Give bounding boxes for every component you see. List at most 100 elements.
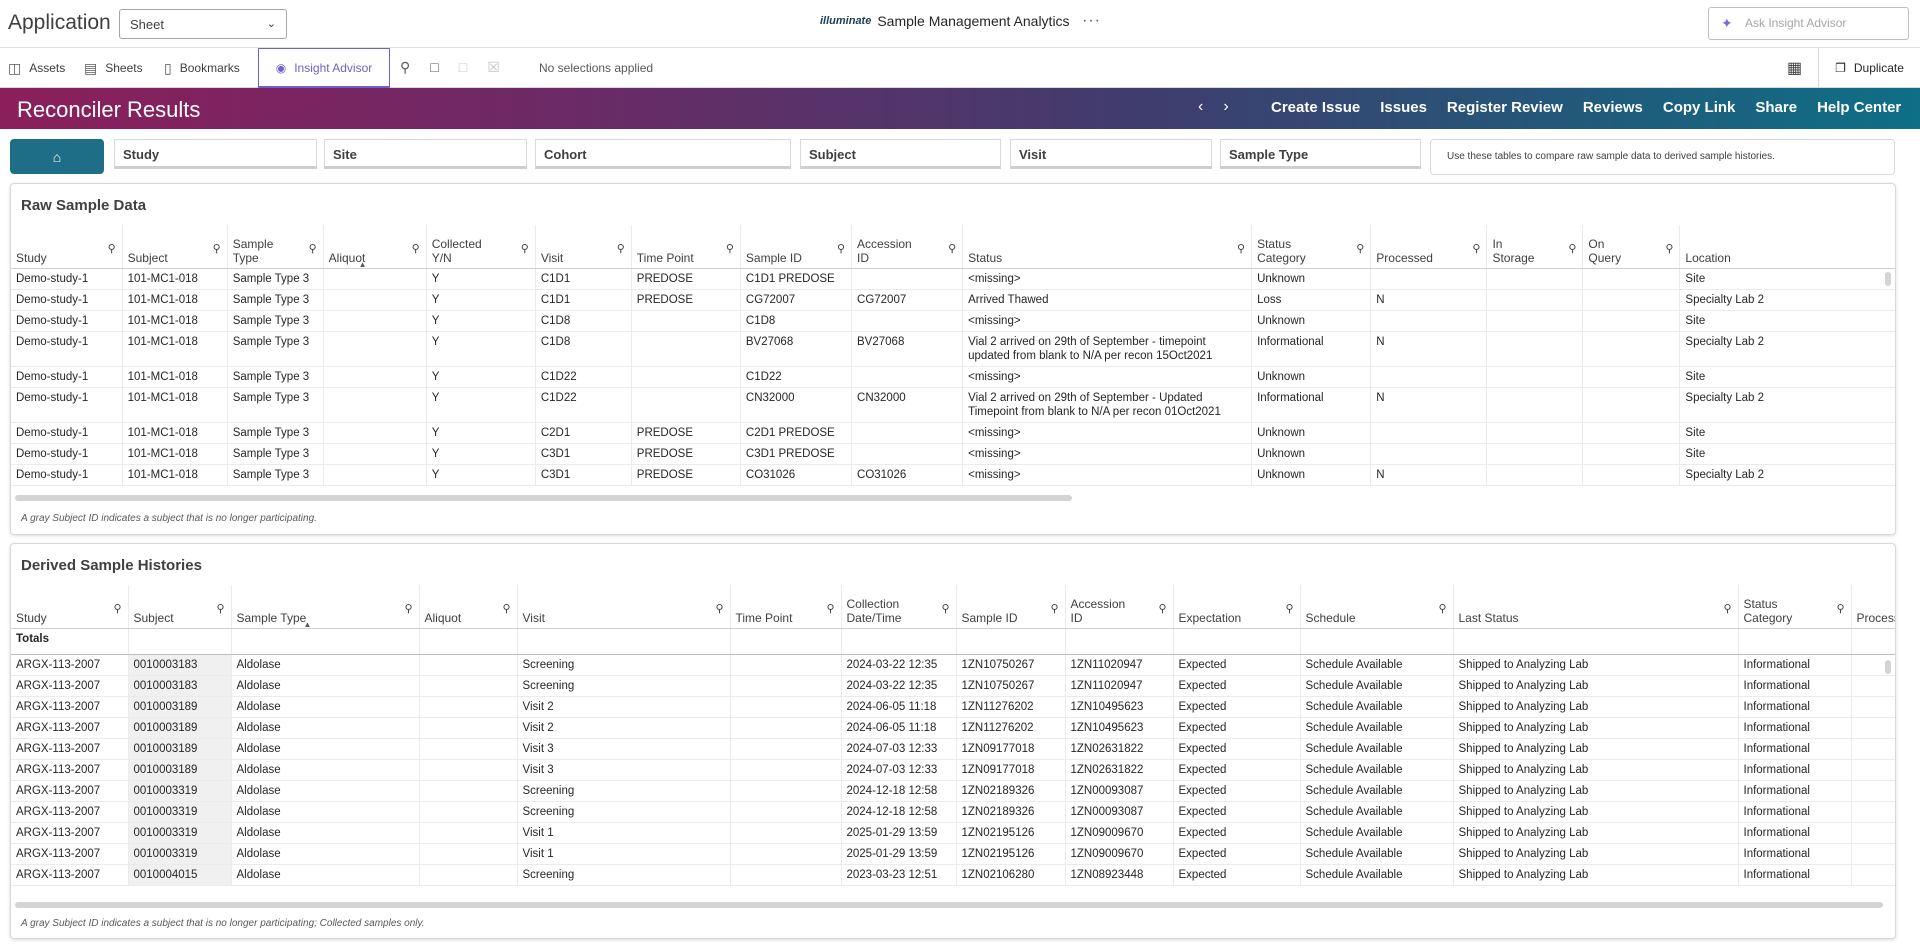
table-cell[interactable]: [1851, 696, 1895, 718]
table-cell[interactable]: Sample Type 3: [227, 366, 324, 388]
table-cell[interactable]: PREDOSE: [631, 268, 741, 290]
table-cell[interactable]: Visit 1: [517, 822, 731, 844]
table-cell[interactable]: [419, 864, 518, 886]
table-cell[interactable]: Shipped to Analyzing Lab: [1453, 654, 1739, 676]
table-cell[interactable]: Y: [426, 387, 536, 423]
register-review-link[interactable]: Register Review: [1447, 99, 1563, 116]
column-header[interactable]: Study ⚲: [11, 225, 123, 269]
table-cell[interactable]: <missing>: [962, 443, 1253, 465]
table-cell[interactable]: ARGX-113-2007: [11, 654, 129, 676]
table-cell[interactable]: Sample Type 3: [227, 464, 324, 486]
search-icon[interactable]: ⚲: [1285, 602, 1293, 616]
table-cell[interactable]: CO31026: [851, 464, 964, 486]
table-row[interactable]: ARGX-113-2007 0010004015 Aldolase Screening…: [11, 864, 1895, 886]
table-cell[interactable]: Sample Type 3: [227, 387, 324, 423]
table-cell[interactable]: Expected: [1173, 822, 1301, 844]
table-cell[interactable]: Schedule Available: [1300, 780, 1454, 802]
filter-site[interactable]: Site: [324, 139, 527, 169]
table-cell[interactable]: [1851, 738, 1895, 760]
table-cell[interactable]: Vial 2 arrived on 29th of September - Up…: [962, 387, 1253, 423]
search-icon[interactable]: ⚲: [1356, 242, 1364, 256]
table-cell[interactable]: Aldolase: [231, 801, 420, 823]
search-icon[interactable]: ⚲: [113, 602, 121, 616]
table-cell[interactable]: Informational: [1738, 822, 1852, 844]
table-row[interactable]: Demo-study-1 101-MC1-018 Sample Type 3 Y C1D…: [11, 268, 1895, 290]
table-row[interactable]: ARGX-113-2007 0010003319 Aldolase Screening…: [11, 801, 1895, 823]
table-cell[interactable]: ARGX-113-2007: [11, 738, 129, 760]
table-cell[interactable]: 2024-03-22 12:35: [841, 654, 957, 676]
table-cell[interactable]: PREDOSE: [631, 443, 741, 465]
table-cell[interactable]: 2024-12-18 12:58: [841, 801, 957, 823]
table-cell[interactable]: [851, 268, 964, 290]
table-cell[interactable]: [1582, 310, 1681, 332]
table-cell[interactable]: Informational: [1738, 717, 1852, 739]
table-cell[interactable]: Specialty Lab 2: [1679, 331, 1895, 367]
search-icon[interactable]: ⚲: [1836, 602, 1844, 616]
table-cell[interactable]: [323, 331, 427, 367]
table-cell[interactable]: Site: [1679, 443, 1895, 465]
table-cell[interactable]: [323, 268, 427, 290]
table-cell[interactable]: [730, 696, 842, 718]
table-cell[interactable]: Unknown: [1251, 310, 1372, 332]
table-cell[interactable]: [1582, 387, 1681, 423]
table-cell[interactable]: PREDOSE: [631, 422, 741, 444]
table-cell[interactable]: Aldolase: [231, 696, 420, 718]
table-cell[interactable]: Schedule Available: [1300, 843, 1454, 865]
table-row[interactable]: Demo-study-1 101-MC1-018 Sample Type 3 Y C3D…: [11, 443, 1895, 465]
table-cell[interactable]: Expected: [1173, 780, 1301, 802]
table-cell[interactable]: [1582, 268, 1681, 290]
table-cell[interactable]: 0010003319: [128, 780, 232, 802]
column-header[interactable]: Status Category ⚲: [1738, 585, 1852, 629]
table-cell[interactable]: Demo-study-1: [11, 366, 123, 388]
table-cell[interactable]: ARGX-113-2007: [11, 717, 129, 739]
table-cell[interactable]: CG72007: [851, 289, 964, 311]
table-cell[interactable]: [323, 366, 427, 388]
table-cell[interactable]: C1D8: [535, 331, 632, 367]
table-cell[interactable]: [419, 780, 518, 802]
table-cell[interactable]: CN32000: [851, 387, 964, 423]
table-cell[interactable]: Site: [1679, 422, 1895, 444]
column-header[interactable]: Time Point ⚲: [730, 585, 842, 629]
table-cell[interactable]: Sample Type 3: [227, 289, 324, 311]
table-row[interactable]: Demo-study-1 101-MC1-018 Sample Type 3 Y C1D…: [11, 310, 1895, 332]
table-cell[interactable]: [1370, 366, 1488, 388]
table-cell[interactable]: [1370, 268, 1488, 290]
column-header[interactable]: Time Point ⚲: [631, 225, 741, 269]
table-cell[interactable]: C2D1 PREDOSE: [740, 422, 853, 444]
table-cell[interactable]: Y: [426, 331, 536, 367]
table-cell[interactable]: [730, 717, 842, 739]
table-cell[interactable]: Demo-study-1: [11, 268, 123, 290]
table-cell[interactable]: Loss: [1251, 289, 1372, 311]
search-icon[interactable]: ⚲: [837, 242, 845, 256]
table-cell[interactable]: Schedule Available: [1300, 696, 1454, 718]
table-cell[interactable]: Site: [1679, 310, 1895, 332]
table-cell[interactable]: CO31026: [740, 464, 853, 486]
table-cell[interactable]: [1486, 366, 1584, 388]
table-cell[interactable]: Screening: [517, 780, 731, 802]
filter-cohort[interactable]: Cohort: [535, 139, 791, 169]
table-cell[interactable]: Schedule Available: [1300, 717, 1454, 739]
column-header[interactable]: Processed ⚲: [1370, 225, 1488, 269]
table-cell[interactable]: Schedule Available: [1300, 822, 1454, 844]
column-header[interactable]: Status Category ⚲: [1251, 225, 1372, 269]
table-cell[interactable]: Schedule Available: [1300, 654, 1454, 676]
table-cell[interactable]: Specialty Lab 2: [1679, 387, 1895, 423]
table-cell[interactable]: [419, 759, 518, 781]
home-button[interactable]: ⌂: [10, 139, 104, 174]
table-cell[interactable]: Y: [426, 268, 536, 290]
table-cell[interactable]: 0010003189: [128, 717, 232, 739]
table-cell[interactable]: Shipped to Analyzing Lab: [1453, 801, 1739, 823]
table-cell[interactable]: Screening: [517, 675, 731, 697]
table-row[interactable]: ARGX-113-2007 0010003319 Aldolase Screening…: [11, 780, 1895, 802]
column-header[interactable]: Process: [1851, 585, 1895, 629]
table-cell[interactable]: ARGX-113-2007: [11, 675, 129, 697]
table-cell[interactable]: [1582, 422, 1681, 444]
search-icon[interactable]: ⚲: [826, 602, 834, 616]
table-cell[interactable]: Y: [426, 366, 536, 388]
search-icon[interactable]: ⚲: [1158, 602, 1166, 616]
table-cell[interactable]: [323, 464, 427, 486]
table-cell[interactable]: 101-MC1-018: [122, 443, 228, 465]
share-link[interactable]: Share: [1755, 99, 1797, 116]
table-cell[interactable]: PREDOSE: [631, 464, 741, 486]
clear-selections-icon[interactable]: ☒: [487, 59, 500, 76]
